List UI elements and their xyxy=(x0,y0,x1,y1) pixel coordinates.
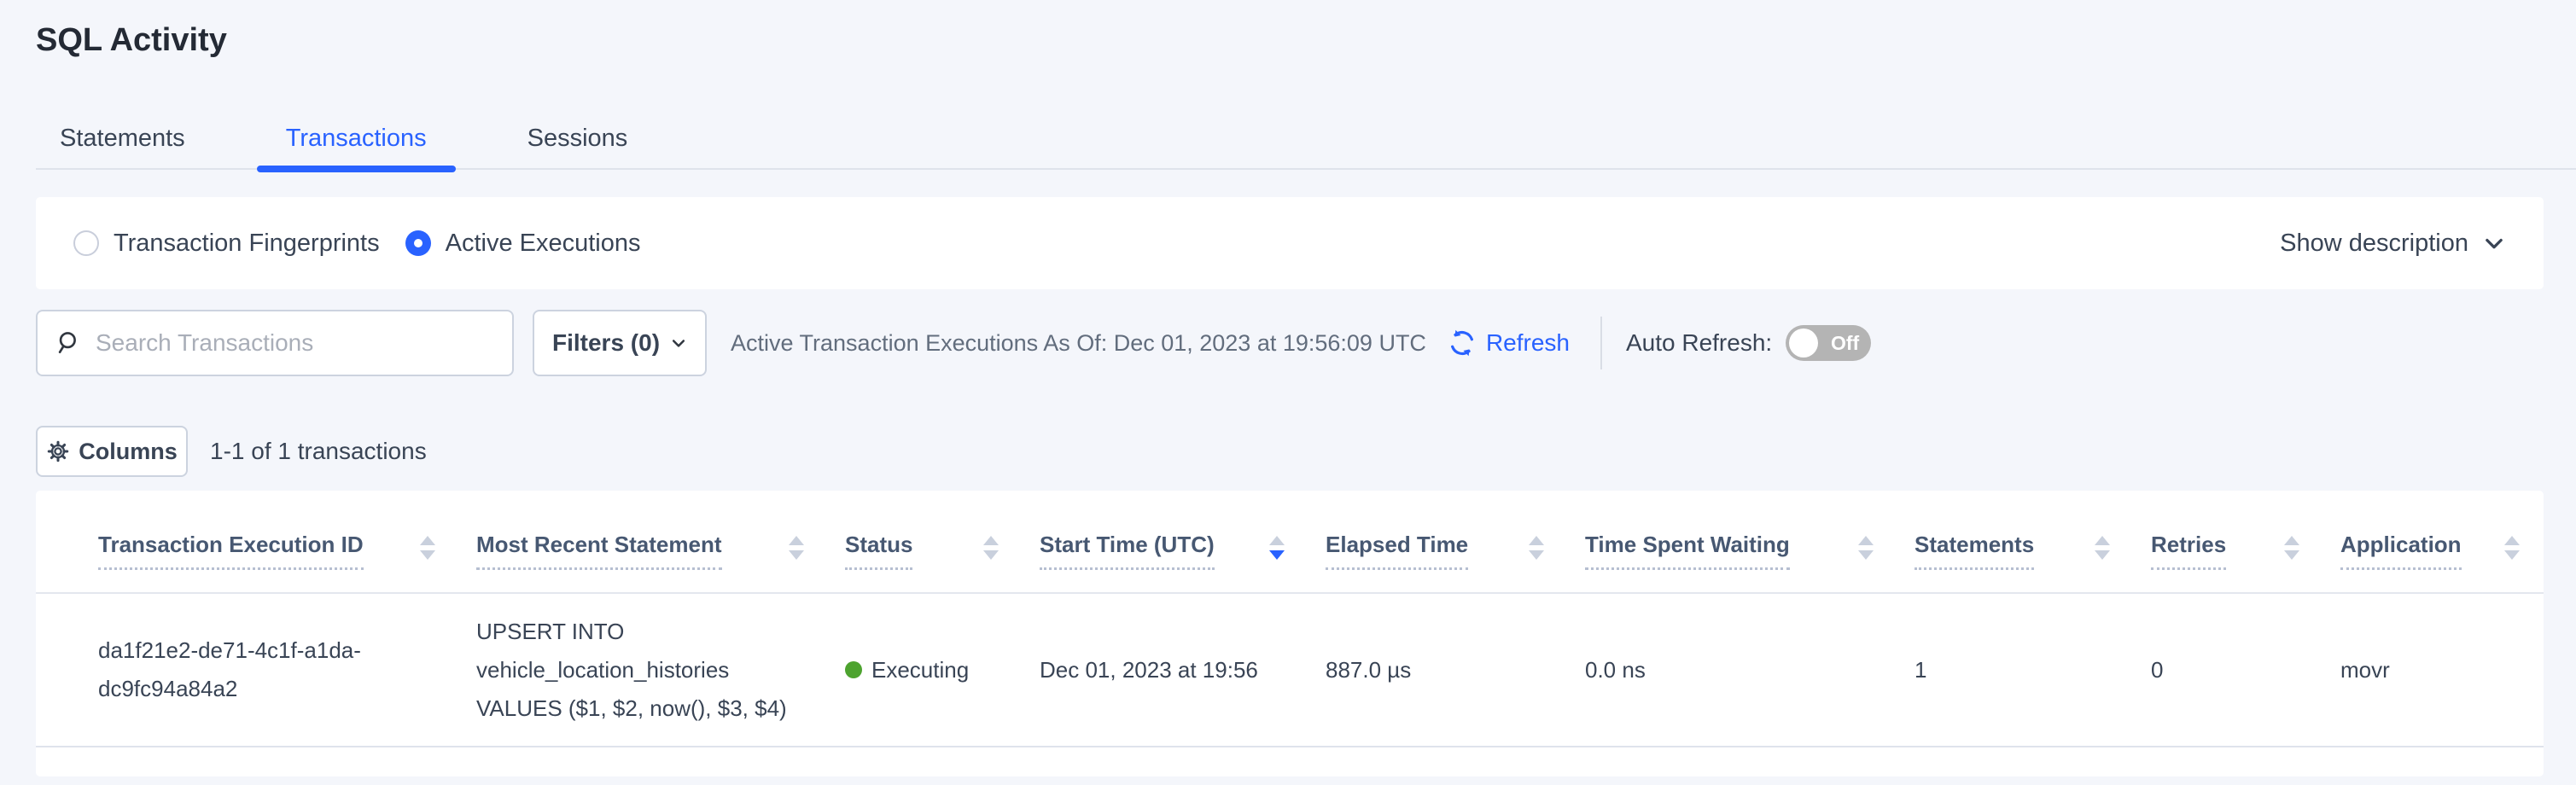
column-header-transaction-execution-id[interactable]: Transaction Execution ID xyxy=(98,532,476,570)
view-options-card: Transaction Fingerprints Active Executio… xyxy=(36,197,2544,289)
refresh-button[interactable]: Refresh xyxy=(1447,328,1570,358)
cell-statements: 1 xyxy=(1915,651,2151,689)
radio-active-executions[interactable]: Active Executions xyxy=(405,230,641,258)
refresh-icon xyxy=(1447,328,1477,358)
auto-refresh-toggle[interactable]: Off xyxy=(1786,325,1871,361)
results-count: 1-1 of 1 transactions xyxy=(210,438,427,465)
status-badge: Executing xyxy=(871,651,969,689)
cell-elapsed-time: 887.0 µs xyxy=(1326,651,1585,689)
cell-start-time: Dec 01, 2023 at 19:56 xyxy=(1040,651,1326,689)
sort-icon xyxy=(2284,536,2299,560)
column-header-status[interactable]: Status xyxy=(845,532,1040,570)
cell-status: Executing xyxy=(845,651,1040,689)
toolbar: Filters (0) Active Transaction Execution… xyxy=(36,310,2544,376)
show-description-toggle[interactable]: Show description xyxy=(2280,230,2506,258)
cell-time-spent-waiting: 0.0 ns xyxy=(1585,651,1915,689)
column-header-statements[interactable]: Statements xyxy=(1915,532,2151,570)
radio-label[interactable]: Transaction Fingerprints xyxy=(114,230,380,258)
radio-transaction-fingerprints[interactable]: Transaction Fingerprints xyxy=(73,230,380,258)
gear-icon xyxy=(46,439,70,463)
radio-unselected-icon[interactable] xyxy=(73,230,99,256)
cell-transaction-execution-id: da1f21e2-de71-4c1f-a1da-dc9fc94a84a2 xyxy=(98,631,476,708)
transactions-table: Transaction Execution ID Most Recent Sta… xyxy=(36,491,2544,776)
column-header-retries[interactable]: Retries xyxy=(2151,532,2340,570)
column-header-application[interactable]: Application xyxy=(2340,532,2544,570)
table-header-row: Transaction Execution ID Most Recent Sta… xyxy=(36,491,2544,594)
cell-application: movr xyxy=(2340,651,2544,689)
tab-bar: Statements Transactions Sessions xyxy=(36,123,2576,170)
radio-label[interactable]: Active Executions xyxy=(446,230,641,258)
radio-selected-icon[interactable] xyxy=(405,230,431,256)
sort-icon xyxy=(1529,536,1544,560)
status-executing-dot-icon xyxy=(845,661,862,678)
column-header-start-time[interactable]: Start Time (UTC) xyxy=(1040,532,1326,570)
search-icon xyxy=(55,329,82,357)
tab-sessions[interactable]: Sessions xyxy=(527,123,628,168)
sort-icon xyxy=(2095,536,2110,560)
show-description-label[interactable]: Show description xyxy=(2280,230,2468,258)
as-of-timestamp: Active Transaction Executions As Of: Dec… xyxy=(731,330,1426,357)
chevron-down-icon xyxy=(2482,231,2506,255)
cell-most-recent-statement: UPSERT INTO vehicle_location_histories V… xyxy=(476,613,845,728)
sort-icon xyxy=(983,536,999,560)
sort-icon xyxy=(789,536,804,560)
column-header-most-recent-statement[interactable]: Most Recent Statement xyxy=(476,532,845,570)
page-title: SQL Activity xyxy=(0,0,2576,60)
column-header-time-spent-waiting[interactable]: Time Spent Waiting xyxy=(1585,532,1915,570)
tab-transactions[interactable]: Transactions xyxy=(286,123,427,168)
toggle-state-label: Off xyxy=(1831,325,1859,361)
filters-button[interactable]: Filters (0) xyxy=(533,310,707,376)
tab-statements[interactable]: Statements xyxy=(60,123,185,168)
auto-refresh-label: Auto Refresh: xyxy=(1626,329,1772,357)
refresh-label[interactable]: Refresh xyxy=(1486,329,1570,357)
sort-icon xyxy=(420,536,435,560)
column-header-elapsed-time[interactable]: Elapsed Time xyxy=(1326,532,1585,570)
sort-icon xyxy=(2504,536,2520,560)
filters-button-label[interactable]: Filters (0) xyxy=(552,329,660,357)
toolbar-divider xyxy=(1600,317,1602,369)
chevron-down-icon xyxy=(670,334,687,352)
columns-button[interactable]: Columns xyxy=(36,426,188,477)
cell-retries: 0 xyxy=(2151,651,2340,689)
search-input[interactable] xyxy=(96,329,495,357)
sort-icon-active-desc xyxy=(1269,536,1285,560)
search-box[interactable] xyxy=(36,310,514,376)
table-controls: Columns 1-1 of 1 transactions xyxy=(36,426,2544,477)
table-row: da1f21e2-de71-4c1f-a1da-dc9fc94a84a2 UPS… xyxy=(36,594,2544,747)
toggle-knob[interactable] xyxy=(1789,329,1818,358)
sort-icon xyxy=(1858,536,1874,560)
columns-button-label[interactable]: Columns xyxy=(79,439,178,465)
